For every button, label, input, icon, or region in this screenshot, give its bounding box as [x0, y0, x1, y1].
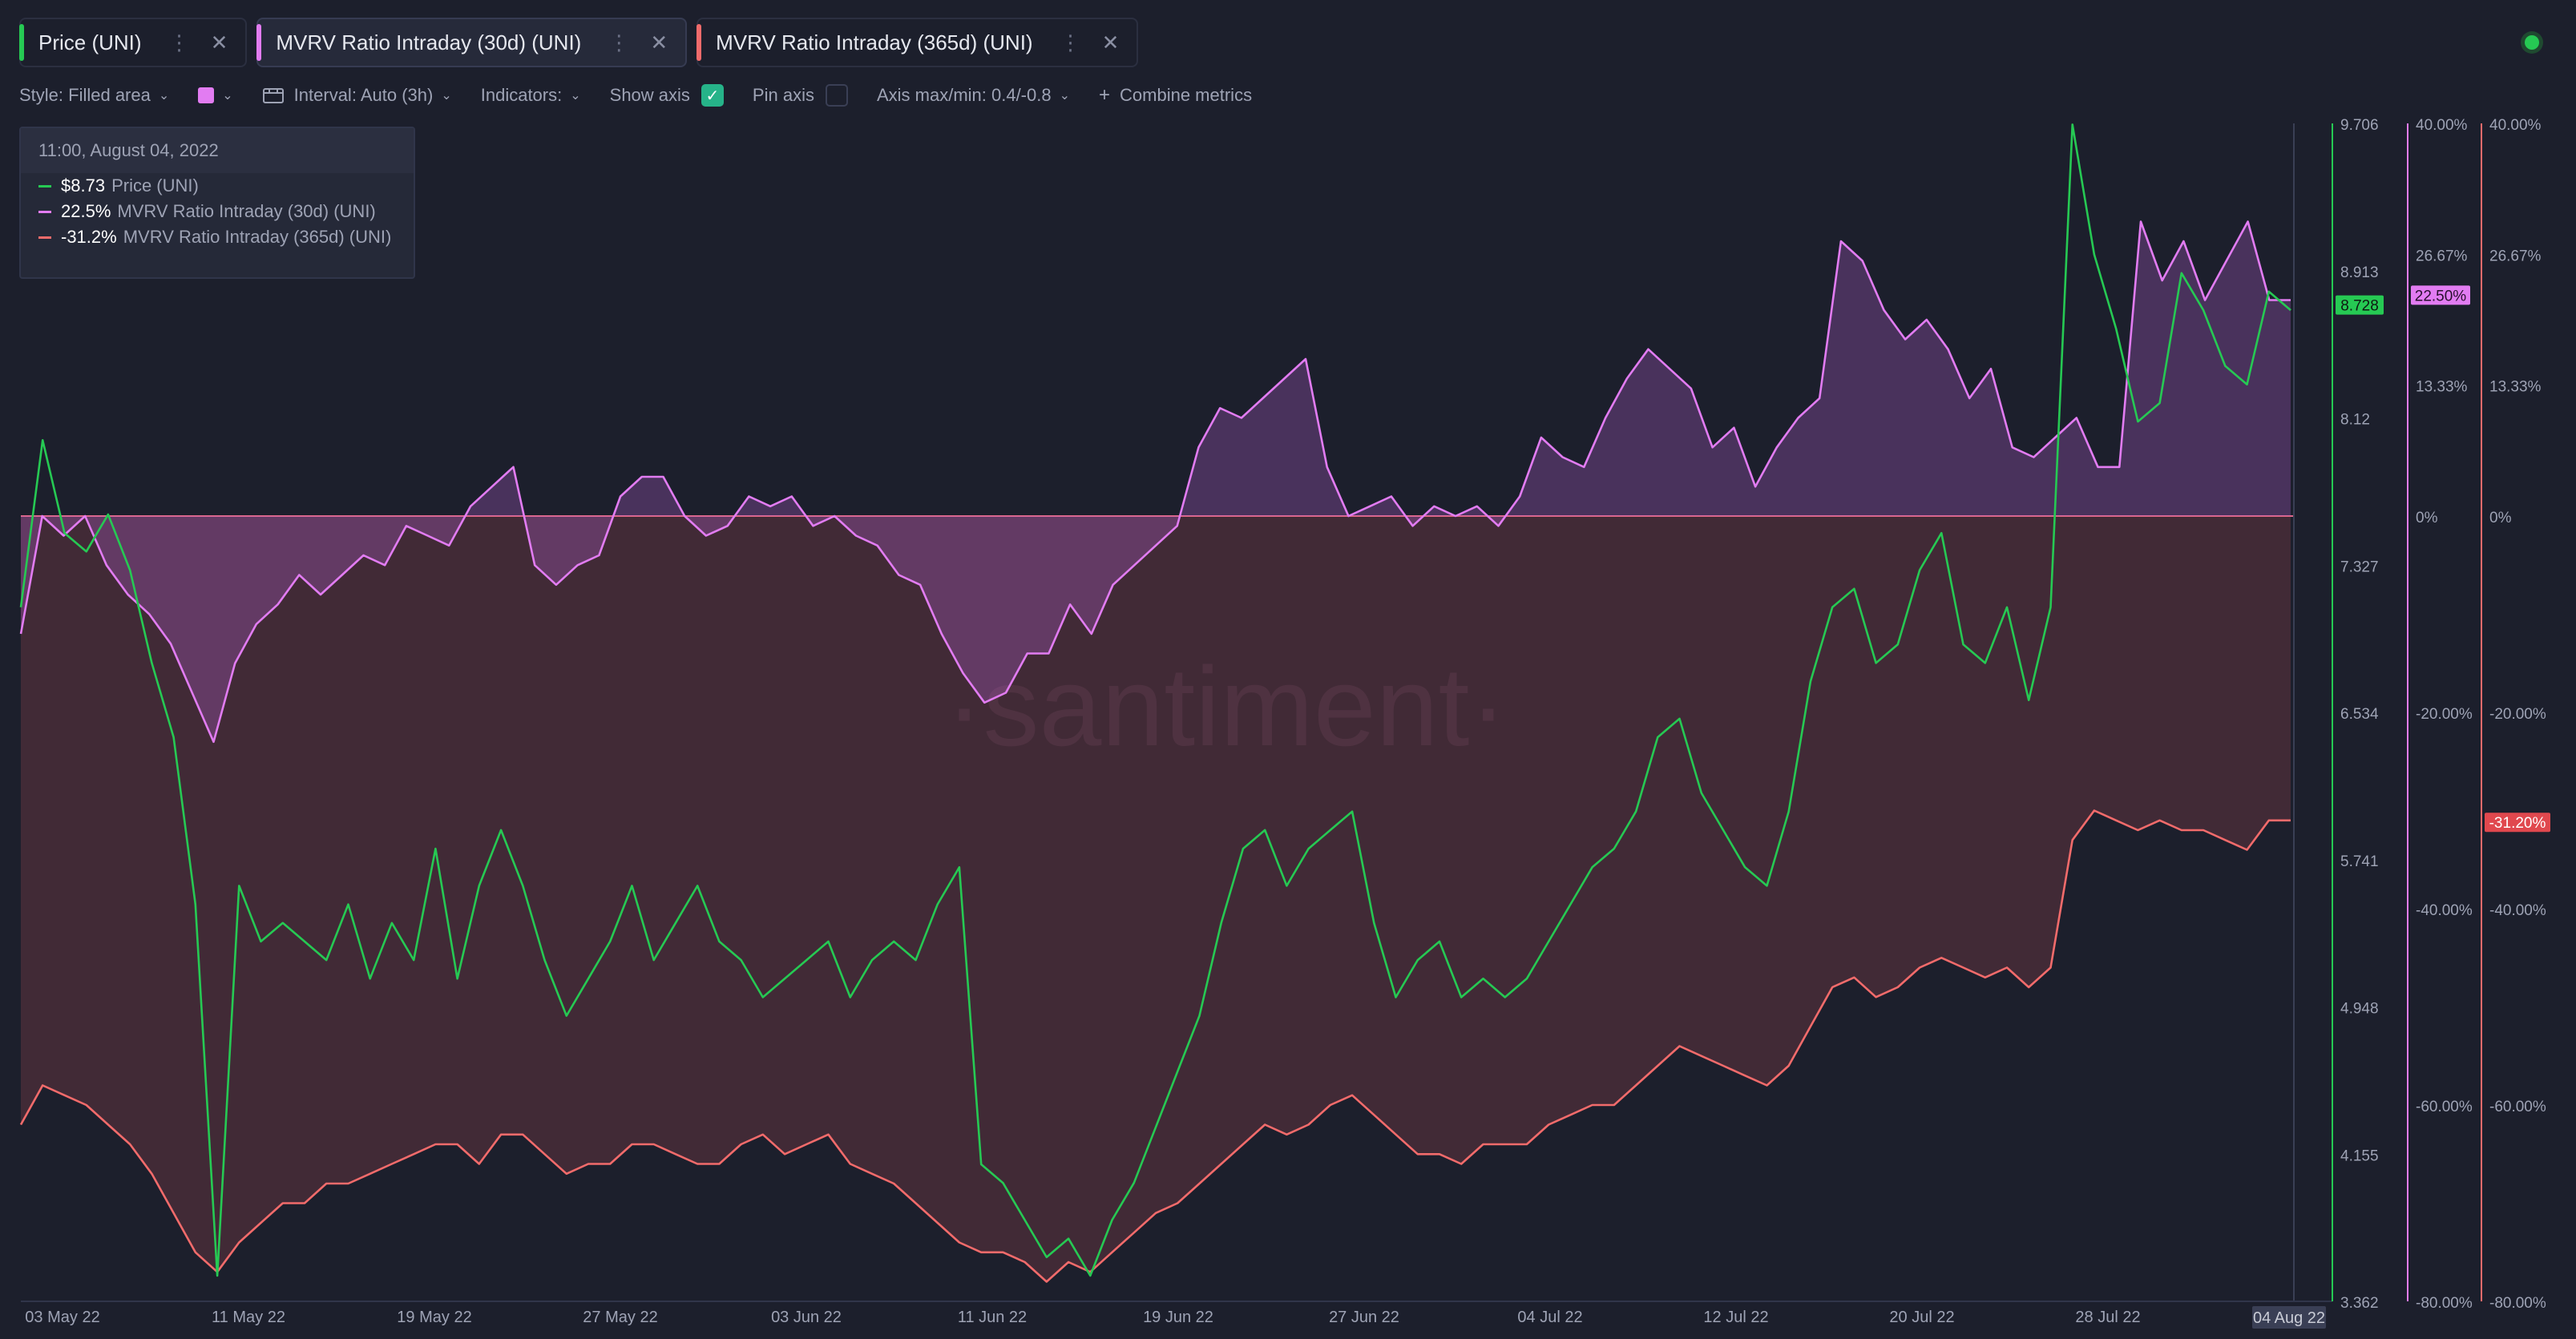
tooltip-name: Price (UNI)	[111, 175, 199, 196]
tooltip-row-mvrv-365d: -31.2% MVRV Ratio Intraday (365d) (UNI)	[21, 224, 414, 250]
mvrv-30d-tick-label: 0%	[2416, 510, 2438, 526]
mvrv-365d-tick-label: -80.00%	[2489, 1295, 2546, 1312]
price-tick-label: 7.327	[2340, 559, 2379, 575]
x-tick-label: 19 May 22	[397, 1309, 471, 1326]
tooltip-value: -31.2%	[61, 227, 117, 247]
hover-tooltip: 11:00, August 04, 2022 $8.73 Price (UNI)…	[19, 127, 415, 279]
price-tick-label: 5.741	[2340, 853, 2379, 870]
tooltip-row-mvrv-30d: 22.5% MVRV Ratio Intraday (30d) (UNI)	[21, 199, 414, 224]
mvrv-30d-tick-label: -80.00%	[2416, 1295, 2473, 1312]
x-tick-label: 27 May 22	[583, 1309, 657, 1326]
mvrv-365d-tick-label: -60.00%	[2489, 1099, 2546, 1115]
price-tick-label: 8.913	[2340, 264, 2379, 281]
price-tick-label: 4.948	[2340, 1001, 2379, 1018]
legend-line	[38, 210, 51, 213]
x-tick-label: 03 May 22	[25, 1309, 99, 1326]
mvrv-365d-tick-label: -20.00%	[2489, 706, 2546, 723]
current-price-label: 8.728	[2340, 298, 2379, 315]
x-tick-label: 27 Jun 22	[1329, 1309, 1399, 1326]
tooltip-date: 11:00, August 04, 2022	[21, 128, 414, 173]
tooltip-name: MVRV Ratio Intraday (365d) (UNI)	[123, 227, 392, 247]
x-tick-label: 04 Jul 22	[1517, 1309, 1582, 1326]
tooltip-value: 22.5%	[61, 201, 111, 221]
legend-line	[38, 236, 51, 239]
mvrv-365d-tick-label: 0%	[2489, 510, 2512, 526]
price-tick-label: 4.155	[2340, 1147, 2379, 1164]
price-tick-label: 8.12	[2340, 412, 2370, 429]
current-mvrv-365d-label: -31.20%	[2489, 815, 2546, 832]
mvrv-30d-tick-label: 13.33%	[2416, 379, 2468, 396]
mvrv-30d-tick-label: 26.67%	[2416, 248, 2468, 264]
mvrv-365d-tick-label: 40.00%	[2489, 117, 2542, 134]
mvrv-30d-tick-label: -60.00%	[2416, 1099, 2473, 1115]
tooltip-value: $8.73	[61, 175, 106, 196]
x-tick-label: 11 Jun 22	[958, 1309, 1027, 1326]
price-tick-label: 3.362	[2340, 1295, 2379, 1312]
mvrv-365d-tick-label: -40.00%	[2489, 902, 2546, 919]
mvrv-365d-tick-label: 13.33%	[2489, 379, 2542, 396]
price-tick-label: 6.534	[2340, 706, 2379, 723]
mvrv-30d-tick-label: -20.00%	[2416, 706, 2473, 723]
x-tick-label: 28 Jul 22	[2075, 1309, 2140, 1326]
mvrv-365d-area	[21, 516, 2294, 1282]
tooltip-name: MVRV Ratio Intraday (30d) (UNI)	[117, 201, 376, 221]
mvrv-30d-tick-label: 40.00%	[2416, 117, 2468, 134]
mvrv-30d-tick-label: -40.00%	[2416, 902, 2473, 919]
x-tick-label: 19 Jun 22	[1143, 1309, 1213, 1326]
mvrv-365d-tick-label: 26.67%	[2489, 248, 2542, 264]
current-mvrv-30d-label: 22.50%	[2415, 288, 2467, 305]
x-tick-label: 11 May 22	[212, 1309, 285, 1326]
current-date-label: 04 Aug 22	[2253, 1309, 2325, 1327]
x-tick-label: 12 Jul 22	[1703, 1309, 1768, 1326]
tooltip-row-price: $8.73 Price (UNI)	[21, 173, 414, 199]
x-tick-label: 20 Jul 22	[1889, 1309, 1954, 1326]
x-tick-label: 03 Jun 22	[771, 1309, 842, 1326]
legend-line	[38, 184, 51, 188]
price-tick-label: 9.706	[2340, 117, 2379, 134]
